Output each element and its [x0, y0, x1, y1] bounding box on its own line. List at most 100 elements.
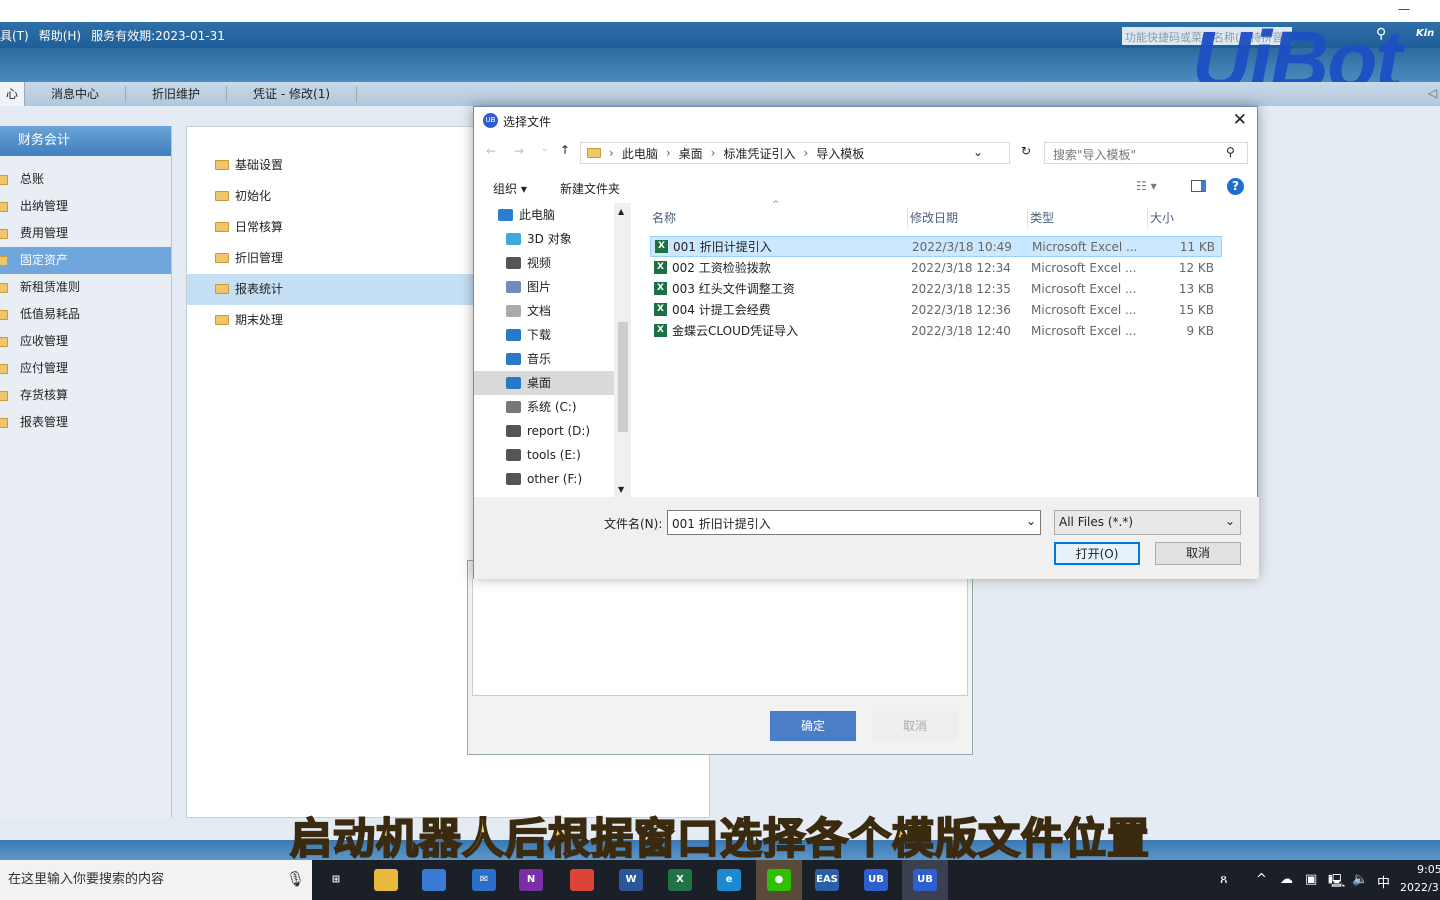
clock-time[interactable]: 9:05 — [1417, 863, 1440, 876]
volume-icon[interactable]: 🔈 — [1352, 872, 1368, 887]
column-date[interactable]: 修改日期 — [908, 207, 1028, 229]
preview-pane-icon[interactable] — [1191, 180, 1206, 192]
filetype-select[interactable]: All Files (*.*) ⌄ — [1054, 510, 1241, 535]
sidebar-item[interactable]: 总账 — [0, 166, 171, 193]
sidebar-item[interactable]: 报表管理 — [0, 409, 171, 436]
scroll-down-icon[interactable]: ▼ — [618, 485, 624, 494]
folder-icon — [0, 229, 8, 239]
tab-depreciation[interactable]: 折旧维护 — [126, 86, 228, 102]
taskbar-app-file-explorer[interactable] — [363, 860, 409, 900]
sidebar-item[interactable]: 应收管理 — [0, 328, 171, 355]
taskbar-app-edge[interactable]: e — [706, 860, 752, 900]
menu-tools[interactable]: 具(T) — [0, 27, 29, 44]
microphone-icon[interactable]: 🎙 — [286, 870, 305, 888]
uibot-icon: UB — [864, 869, 888, 891]
excel-file-icon: X — [655, 240, 668, 253]
tree-item[interactable]: other (F:) — [474, 467, 630, 491]
sidebar-item[interactable]: 应付管理 — [0, 355, 171, 382]
sidebar-item[interactable]: 新租赁准则 — [0, 274, 171, 301]
tree-item[interactable]: 下载 — [474, 323, 630, 347]
file-row[interactable]: X 002 工资检验拨款 2022/3/18 12:34 Microsoft Exce… — [650, 257, 1222, 278]
taskbar-app-task-view[interactable]: ⊞ — [313, 860, 359, 900]
taskbar-app-uibot-2[interactable]: UB — [902, 860, 948, 900]
tree-item[interactable]: 系统 (C:) — [474, 395, 630, 419]
menu-help[interactable]: 帮助(H) — [39, 27, 81, 44]
cancel-button[interactable]: 取消 — [872, 711, 958, 741]
file-row[interactable]: X 004 计提工会经费 2022/3/18 12:36 Microsoft Exce… — [650, 299, 1222, 320]
file-row[interactable]: X 001 折旧计提引入 2022/3/18 10:49 Microsoft Exce… — [650, 236, 1222, 257]
recent-chevron-icon[interactable]: ⌄ — [541, 144, 549, 154]
tab-messages[interactable]: 消息中心 — [25, 86, 127, 102]
sidebar-item[interactable]: 费用管理 — [0, 220, 171, 247]
tree-item[interactable]: 此电脑 — [474, 203, 630, 227]
breadcrumb-item[interactable]: 此电脑 — [622, 145, 658, 162]
search-input[interactable]: 搜索"导入模板" — [1044, 142, 1248, 164]
taskbar-search-input[interactable]: 在这里输入你要搜索的内容 — [0, 860, 312, 900]
organize-menu[interactable]: 组织 ▾ — [493, 180, 527, 197]
up-icon[interactable]: ↑ — [560, 143, 570, 157]
ime-indicator[interactable]: 中 — [1377, 872, 1390, 891]
tab-scroll-left-icon[interactable]: ◁ — [1428, 86, 1437, 100]
sidebar-item[interactable]: 固定资产 — [0, 247, 171, 274]
refresh-icon[interactable]: ↻ — [1021, 144, 1031, 158]
back-icon[interactable]: ← — [486, 144, 496, 158]
breadcrumb-item[interactable]: 标准凭证引入 — [723, 145, 795, 162]
tree-item[interactable]: 文档 — [474, 299, 630, 323]
people-icon[interactable]: ጸ — [1220, 872, 1228, 887]
tree-item[interactable]: report (D:) — [474, 419, 630, 443]
tree-item-icon — [506, 401, 521, 413]
taskbar-app-eas[interactable]: EAS — [804, 860, 850, 900]
dialog-title: 选择文件 — [503, 115, 552, 129]
module-item-label: 期末处理 — [235, 313, 284, 327]
close-icon[interactable]: ✕ — [1233, 110, 1247, 130]
dialog-cancel-button[interactable]: 取消 — [1155, 542, 1241, 565]
taskbar-app-chrome[interactable] — [559, 860, 605, 900]
forward-icon[interactable]: → — [514, 144, 524, 158]
network-icon[interactable]: 🖳 — [1328, 872, 1345, 894]
view-options-icon[interactable]: ☷ ▾ — [1136, 179, 1157, 193]
address-bar[interactable]: › 此电脑 › 桌面 › 标准凭证引入 › 导入模板 ⌄ ↻ — [580, 142, 1031, 164]
sidebar-item[interactable]: 出纳管理 — [0, 193, 171, 220]
open-button[interactable]: 打开(O) — [1054, 542, 1140, 565]
tree-item[interactable]: 桌面 — [474, 371, 630, 395]
tree-item[interactable]: 3D 对象 — [474, 227, 630, 251]
file-row[interactable]: X 金蝶云CLOUD凭证导入 2022/3/18 12:40 Microsoft Ex… — [650, 320, 1222, 341]
filename-input[interactable]: 001 折旧计提引入 ⌄ — [667, 510, 1041, 535]
show-hidden-icons[interactable]: ^ — [1256, 872, 1267, 887]
onedrive-icon[interactable]: ☁ — [1280, 872, 1293, 887]
taskbar-app-excel[interactable]: X — [657, 860, 703, 900]
taskbar-app-store[interactable] — [411, 860, 457, 900]
column-size[interactable]: 大小 — [1148, 207, 1222, 229]
tree-item[interactable]: 视频 — [474, 251, 630, 275]
taskbar-app-mail[interactable]: ✉ — [461, 860, 507, 900]
clock-date[interactable]: 2022/3 — [1400, 881, 1439, 894]
tree-item-icon — [506, 353, 521, 365]
tree-item[interactable]: tools (E:) — [474, 443, 630, 467]
help-icon[interactable]: ? — [1227, 178, 1244, 195]
tree-scrollbar-thumb[interactable] — [618, 322, 628, 432]
confirm-button[interactable]: 确定 — [770, 711, 856, 741]
taskbar-app-wechat[interactable]: ● — [756, 860, 802, 900]
file-row[interactable]: X 003 红头文件调整工资 2022/3/18 12:35 Microsoft Ex… — [650, 278, 1222, 299]
taskbar-app-word[interactable]: W — [608, 860, 654, 900]
column-type[interactable]: 类型 — [1028, 207, 1148, 229]
sidebar-header[interactable]: 财务会计 — [0, 126, 171, 156]
chevron-down-icon[interactable]: ⌄ — [973, 145, 983, 159]
column-name[interactable]: 名称 — [650, 207, 908, 229]
sidebar-item[interactable]: 低值易耗品 — [0, 301, 171, 328]
breadcrumb-item[interactable]: 桌面 — [679, 145, 703, 162]
tab-voucher-edit[interactable]: 凭证 - 修改(1) — [227, 86, 358, 102]
tree-item-label: 下载 — [527, 328, 552, 342]
tab-home[interactable]: 心 — [0, 82, 26, 106]
excel-file-icon: X — [654, 303, 667, 316]
chevron-down-icon[interactable]: ⌄ — [1026, 514, 1036, 528]
breadcrumb-item[interactable]: 导入模板 — [816, 145, 864, 162]
taskbar-app-uibot[interactable]: UB — [853, 860, 899, 900]
security-alert-icon[interactable]: ▣ — [1305, 872, 1317, 887]
tree-item[interactable]: 音乐 — [474, 347, 630, 371]
taskbar-app-onenote[interactable]: N — [508, 860, 554, 900]
sidebar-item[interactable]: 存货核算 — [0, 382, 171, 409]
scroll-up-icon[interactable]: ▲ — [618, 207, 624, 216]
tree-item[interactable]: 图片 — [474, 275, 630, 299]
new-folder-button[interactable]: 新建文件夹 — [560, 180, 620, 197]
